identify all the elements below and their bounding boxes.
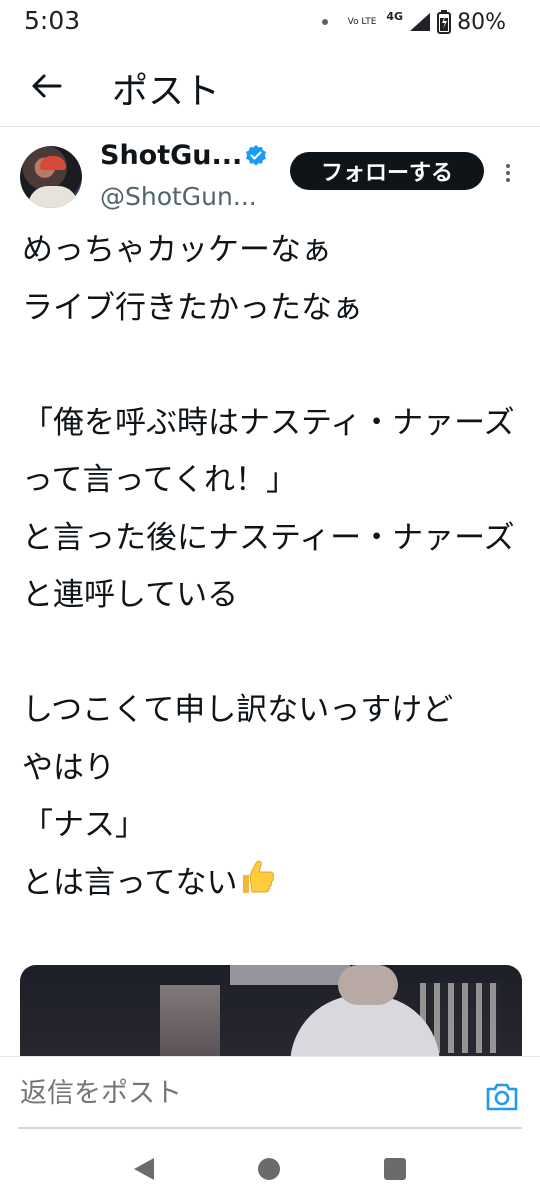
avatar-body [28,186,78,208]
author-display-name[interactable]: ShotGu... [100,140,242,171]
reply-input[interactable] [20,1069,460,1117]
reply-bar [0,1056,540,1129]
page-title: ポスト [112,71,221,112]
author-handle[interactable]: @ShotGun... [100,182,257,211]
author-header: ShotGu... @ShotGun... フォローする [0,128,540,218]
verified-badge-icon [246,145,266,166]
avatar[interactable] [20,146,82,208]
network-type: 4G [386,9,404,23]
reply-underline [18,1127,522,1129]
nav-home-icon[interactable] [258,1158,280,1180]
nav-back-icon[interactable] [132,1156,156,1182]
post-text: めっちゃカッケーなぁ ライブ行きたかったなぁ 「俺を呼ぶ時はナスティ・ナァーズっ… [22,222,526,912]
volte-indicator: Vo LTE [347,17,377,27]
follow-button[interactable]: フォローする [290,152,484,190]
top-app-bar: ポスト [0,44,540,127]
signal-icon [410,13,431,31]
media-shape [338,965,398,1005]
post-text-body: めっちゃカッケーなぁ ライブ行きたかったなぁ 「俺を呼ぶ時はナスティ・ナァーズっ… [22,232,515,901]
avatar-cap [40,156,66,170]
camera-icon[interactable] [484,1079,520,1115]
more-options-icon[interactable] [500,158,516,188]
system-nav-bar [0,1130,540,1200]
status-bar: 5:03 Vo LTE 4G 80% [0,0,540,44]
battery-icon [437,10,452,34]
battery-percent: 80% [457,9,506,35]
back-arrow-icon[interactable] [26,66,66,106]
notification-dot-icon [321,19,328,25]
nav-recents-icon[interactable] [384,1158,406,1180]
thumbs-up-emoji-icon [243,860,275,893]
status-icons: Vo LTE 4G 80% [321,8,506,36]
status-time: 5:03 [24,6,81,35]
media-shape [230,965,350,985]
